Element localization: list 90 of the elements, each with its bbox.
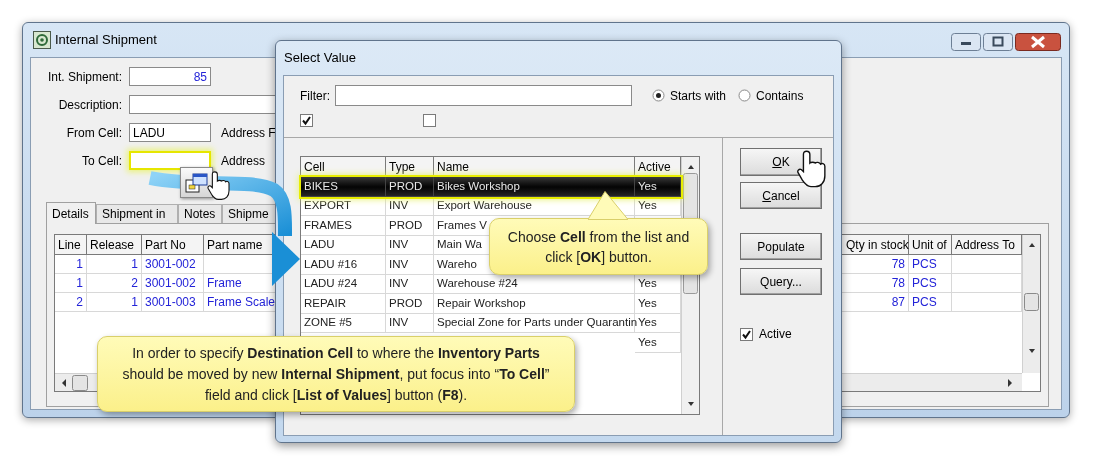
instruction-callout: In order to specify Destination Cell to where the Inventory Parts should be moved by new Internal Shipment, put focus into “To Cell” field and click [List of Values] button (F8). [97, 336, 575, 412]
table-cell: PCS [909, 293, 952, 312]
filter-field[interactable] [335, 85, 632, 106]
column-header: Type [386, 157, 434, 177]
list-cell[interactable]: PROD [389, 294, 423, 312]
field-label: Filter: [300, 87, 331, 105]
list-cell[interactable]: INV [389, 314, 409, 332]
scroll-down-icon[interactable] [685, 400, 696, 408]
column-header: Qty in stock [843, 235, 909, 255]
tab[interactable]: Shipment in [96, 204, 178, 223]
scrollbar-thumb[interactable] [1024, 293, 1039, 311]
list-cell[interactable]: PROD [389, 216, 423, 234]
field-label: Int. Shipment: [46, 68, 122, 86]
list-cell[interactable]: Repair Workshop [437, 294, 526, 312]
column-header: Cell [301, 157, 386, 177]
column-header: Address To [952, 235, 1022, 255]
list-cell[interactable]: EXPORT [304, 197, 352, 215]
close-button[interactable] [1015, 33, 1061, 51]
field-label: Description: [57, 96, 122, 114]
minimize-button[interactable] [951, 33, 981, 51]
checkbox[interactable] [300, 114, 313, 127]
list-cell[interactable]: PROD [389, 177, 423, 195]
dialog-button[interactable]: Query... [740, 268, 822, 295]
tab[interactable]: Details [46, 202, 96, 224]
list-cell[interactable]: Special Zone for Parts under Quarantin [437, 314, 638, 332]
list-cell[interactable]: BIKES [304, 177, 338, 195]
list-cell[interactable]: INV [389, 255, 409, 273]
scroll-up-icon[interactable] [685, 163, 696, 171]
hand-cursor-icon [207, 171, 231, 201]
list-cell[interactable]: LADU #24 [304, 275, 358, 293]
list-cell[interactable]: Main Wa [437, 236, 482, 254]
radio-label[interactable]: Starts with [670, 86, 726, 105]
scroll-right-icon[interactable] [1006, 377, 1014, 388]
list-cell[interactable]: LADU #16 [304, 255, 358, 273]
scroll-down-icon[interactable] [1026, 347, 1037, 355]
list-cell[interactable]: Warehouse #24 [437, 275, 518, 293]
list-of-values-button[interactable] [180, 167, 213, 198]
field-label: To Cell: [81, 152, 122, 170]
radio-button[interactable] [738, 89, 751, 102]
list-cell[interactable]: Yes [638, 294, 657, 312]
list-cell[interactable]: Yes [638, 197, 657, 215]
list-cell[interactable]: Bikes Workshop [437, 177, 520, 195]
column-header: Part No [142, 235, 204, 255]
scroll-up-icon[interactable] [1026, 241, 1037, 249]
window-icon [33, 31, 51, 49]
instruction-callout: Choose Cell from the list and click [OK] button. [489, 218, 708, 275]
table-cell: 2 [55, 293, 87, 312]
checkbox[interactable] [740, 327, 753, 341]
checkbox-label[interactable]: Active [759, 325, 792, 343]
field-label: Address F [221, 124, 276, 142]
column-header: Release [87, 235, 142, 255]
list-cell[interactable]: Export Warehouse [437, 197, 532, 215]
maximize-button[interactable] [983, 33, 1013, 51]
list-cell[interactable]: REPAIR [304, 294, 346, 312]
radio-button[interactable] [652, 89, 665, 102]
list-cell[interactable]: FRAMES [304, 216, 352, 234]
column-header: Active [635, 157, 681, 177]
table-cell: 1 [87, 293, 142, 312]
field-label: From Cell: [65, 124, 122, 142]
list-cell[interactable]: Yes [638, 314, 657, 332]
field-label: Address [221, 152, 266, 170]
callout-pointer [588, 191, 628, 220]
hand-cursor-icon [797, 150, 827, 189]
dialog-button[interactable]: Populate [740, 233, 822, 260]
list-cell[interactable]: Frames V [437, 216, 487, 234]
list-cell[interactable]: INV [389, 275, 409, 293]
list-cell[interactable]: Yes [638, 333, 657, 351]
list-cell[interactable]: ZONE #5 [304, 314, 352, 332]
column-header: Unit of [909, 235, 952, 255]
checkbox[interactable] [423, 114, 436, 127]
column-header: Line [55, 235, 87, 255]
list-cell[interactable]: Yes [638, 177, 657, 195]
table-cell: 87 [843, 293, 909, 312]
windows-icon [185, 172, 208, 193]
list-cell[interactable]: Wareho [437, 255, 477, 273]
list-cell[interactable]: INV [389, 197, 409, 215]
tab[interactable]: Notes [178, 204, 222, 223]
scrollbar-thumb[interactable] [72, 374, 88, 391]
column-header: Name [434, 157, 635, 177]
scroll-left-icon[interactable] [60, 377, 68, 388]
window-title: Internal Shipment [55, 31, 157, 50]
input-field[interactable]: 85 [129, 67, 211, 86]
list-cell[interactable]: Yes [638, 275, 657, 293]
list-cell[interactable]: INV [389, 236, 409, 254]
radio-label[interactable]: Contains [756, 86, 804, 105]
table-cell: 3001-003 [142, 293, 204, 312]
dialog-button[interactable]: Cancel [740, 182, 822, 209]
list-cell[interactable]: LADU [304, 236, 335, 254]
dialog-title: Select Value [284, 49, 357, 68]
input-field[interactable]: LADU [129, 123, 211, 142]
